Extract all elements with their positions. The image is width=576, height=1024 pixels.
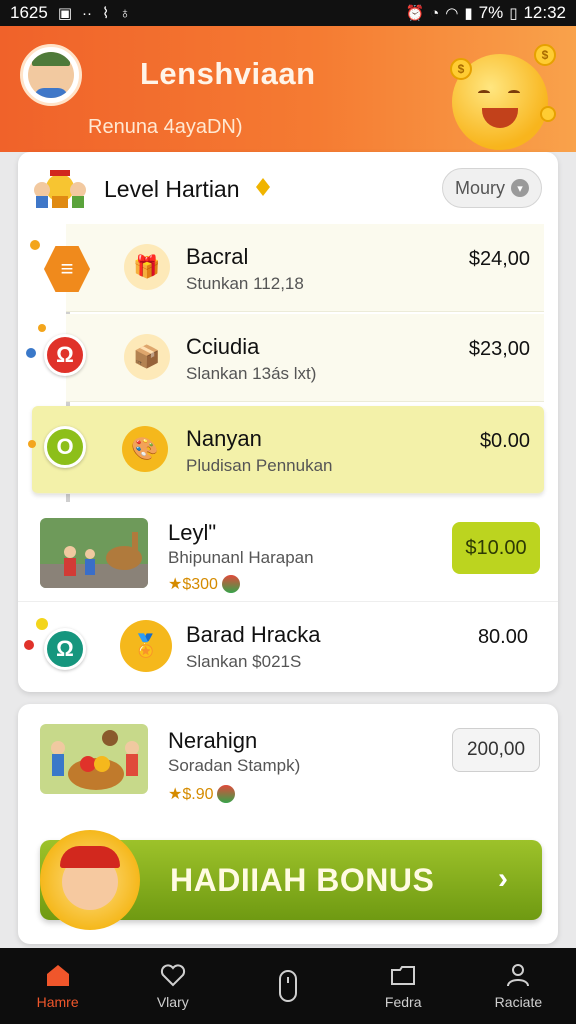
box-icon: 📦 — [124, 334, 170, 380]
item-subtitle: Slankan 13ás lxt) — [186, 364, 317, 383]
bottom-nav: Hamre Vlary Fedra Raciate — [0, 948, 576, 1024]
nav-item-profile[interactable]: Raciate — [461, 948, 576, 1024]
dot-icon — [24, 640, 34, 650]
coin-icon: $ — [450, 58, 472, 80]
header-subtitle: Renuna 4ayaDN) — [88, 116, 243, 138]
bonus-button[interactable]: HADIIAH BONUS › — [40, 830, 542, 930]
avatar[interactable] — [20, 44, 82, 106]
nav-label: Vlary — [156, 994, 189, 1010]
header-title: Lenshviaan — [140, 56, 316, 91]
list-level-badge-icon: O — [44, 426, 86, 468]
item-title: Leyl" — [168, 520, 217, 545]
item-subtitle: Bhipunanl Harapan — [168, 548, 314, 567]
item-title: Barad Hracka — [186, 622, 321, 647]
item-amount: $24,00 — [468, 248, 530, 270]
wifi-icon: ◠ — [445, 4, 459, 22]
item-title: Nanyan — [186, 426, 262, 451]
diamond-icon — [256, 178, 270, 196]
photo-thumbnail — [40, 518, 148, 588]
camel-photo-icon — [40, 518, 148, 588]
list-level-badge-icon: Ω — [44, 334, 86, 376]
chevron-right-icon: › — [498, 862, 508, 895]
list-item[interactable]: Leyl" Bhipunanl Harapan ★$300 $10.00 — [18, 502, 558, 602]
stars-text: ★$300 — [168, 576, 218, 593]
rating-row: ★$300 — [168, 574, 240, 594]
level-card: Level Hartian Moury ▾ 🎁 Bacral Stunkan 1… — [18, 152, 558, 692]
list-item[interactable]: 🎁 Bacral Stunkan 112,18 $24,00 — [66, 224, 544, 312]
status-time-left: 1625 — [10, 3, 48, 22]
rating-row: ★$.90 — [168, 784, 236, 804]
dot-icon — [38, 324, 46, 332]
header: Lenshviaan Renuna 4ayaDN) $ $ — [0, 26, 576, 152]
gem-icon — [221, 575, 240, 593]
money-dropdown-button[interactable]: Moury ▾ — [442, 168, 542, 208]
clock-icon: ◔ — [430, 4, 440, 22]
battery-text: 7% — [478, 3, 504, 22]
list-item[interactable]: 🏅 Barad Hracka Slankan $021S 80.00 — [66, 602, 544, 692]
item-subtitle: Slankan $021S — [186, 652, 302, 671]
level-title: Level Hartian — [104, 176, 240, 202]
dots-icon: ·· — [82, 4, 93, 22]
level-header: Level Hartian Moury ▾ — [18, 152, 558, 224]
status-time-right: 12:32 — [523, 3, 566, 22]
bonus-card: Nerahign Soradan Stampk) ★$.90 200,00 HA… — [18, 704, 558, 944]
location-icon: ⌇ — [102, 4, 110, 22]
nav-item-home[interactable]: Hamre — [0, 948, 115, 1024]
list-level-badge-icon: Ω — [44, 628, 86, 670]
item-amount: 80.00 — [477, 626, 528, 648]
item-amount: $0.00 — [479, 430, 530, 452]
alarm-icon: ⏰ — [405, 4, 425, 22]
family-basket-icon — [40, 724, 148, 794]
heart-icon — [160, 964, 185, 987]
nav-label: Hamre — [36, 994, 79, 1010]
dot-icon — [26, 348, 36, 358]
nav-label: Fedra — [384, 994, 422, 1010]
gem-icon — [217, 785, 236, 803]
bonus-button-label: HADIIAH BONUS — [170, 862, 435, 898]
nav-label: Raciate — [494, 994, 543, 1010]
palette-icon: 🎨 — [122, 426, 168, 472]
item-subtitle: Stunkan 112,18 — [186, 274, 304, 293]
mascot-boy-icon — [40, 830, 140, 930]
nav-item-folder[interactable]: Fedra — [346, 948, 461, 1024]
avatar-face-icon — [28, 52, 74, 98]
medal-icon: 🏅 — [120, 620, 172, 672]
stars-text: ★$.90 — [168, 786, 214, 803]
list-item-highlighted[interactable]: 🎨 Nanyan Pludisan Pennukan $0.00 — [32, 406, 544, 494]
profile-icon — [507, 964, 530, 987]
home-icon — [46, 965, 69, 986]
item-title: Nerahign — [168, 728, 258, 753]
coin-icon: $ — [534, 44, 556, 66]
amount-button[interactable]: 200,00 — [452, 728, 540, 772]
money-button-label: Moury — [454, 177, 505, 198]
item-amount: $23,00 — [468, 338, 530, 360]
folder-icon — [391, 966, 416, 985]
star-icon — [36, 618, 48, 630]
status-bar: 1625 ▣ ·· ⌇ ♁ ⏰ ◔ ◠ ▮ 7% ▯ 12:32 — [0, 0, 576, 26]
battery-icon: ▯ — [509, 4, 518, 22]
capsule-icon — [279, 970, 297, 1002]
gift-icon: 🎁 — [124, 244, 170, 290]
notification-icon: ♁ — [119, 4, 131, 22]
family-trophy-icon — [34, 170, 86, 208]
chevron-down-icon: ▾ — [511, 179, 529, 197]
list-item[interactable]: 📦 Cciudia Slankan 13ás lxt) $23,00 — [66, 314, 544, 402]
photo-thumbnail — [40, 724, 148, 794]
image-icon: ▣ — [57, 4, 73, 22]
signal-icon: ▮ — [464, 4, 473, 22]
nav-item-favorites[interactable]: Vlary — [115, 948, 230, 1024]
item-title: Bacral — [186, 244, 249, 269]
coin-icon — [540, 106, 556, 122]
nav-item-center[interactable] — [230, 948, 345, 1024]
dot-icon — [30, 240, 40, 250]
item-title: Cciudia — [186, 334, 260, 359]
item-subtitle: Pludisan Pennukan — [186, 456, 333, 475]
dot-icon — [28, 440, 36, 448]
item-subtitle: Soradan Stampk) — [168, 756, 301, 775]
amount-button[interactable]: $10.00 — [452, 522, 540, 574]
